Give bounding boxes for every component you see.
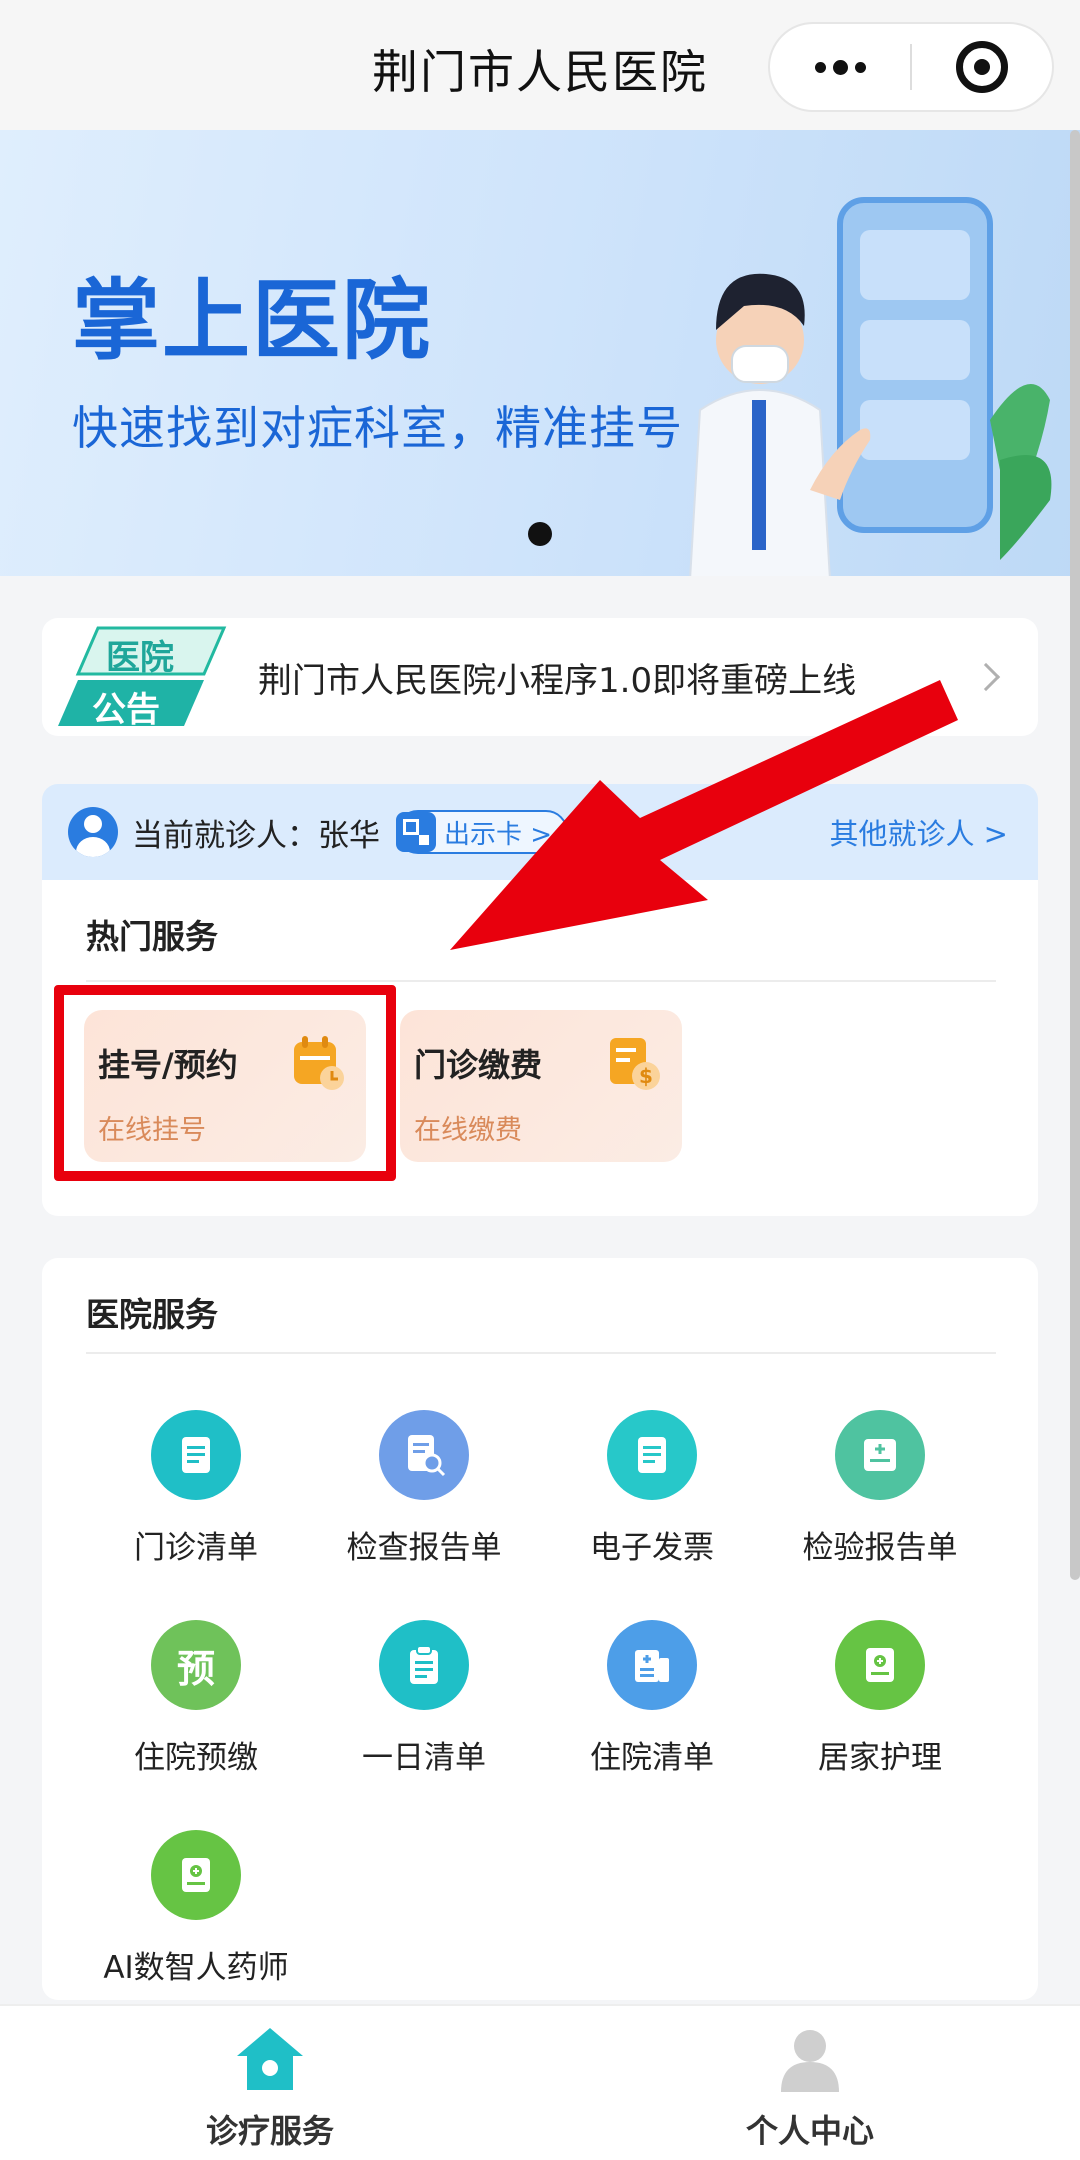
outpatient-payment-subtitle: 在线缴费 [414,1115,522,1146]
service-inpatient-list[interactable]: 住院清单 [538,1620,766,1777]
service-label: 检验报告单 [802,1530,958,1566]
prepay-icon: 预 [151,1620,241,1710]
service-exam-report[interactable]: 检查报告单 [310,1410,538,1567]
hospital-services-title: 医院服务 [86,1295,218,1334]
inpatient-list-icon [607,1620,697,1710]
payment-icon: $ [610,1038,660,1090]
tab-medical-services[interactable]: 诊疗服务 [135,2022,405,2152]
user-icon [781,2030,839,2092]
divider [86,980,996,982]
ai-pharmacist-icon [151,1830,241,1920]
home-icon [237,2028,303,2090]
service-label: 住院清单 [590,1740,714,1776]
divider [86,1352,996,1354]
service-label: AI数智人药师 [103,1950,289,1986]
service-label: 住院预缴 [134,1740,258,1776]
service-lab-report[interactable]: 检验报告单 [766,1410,994,1567]
service-label: 门诊清单 [134,1530,258,1566]
svg-text:$: $ [639,1064,653,1088]
hospital-services-panel: 医院服务 门诊清单 检查报告单 电子发票 检验报告单 预 住院预缴 一日清单 住… [42,1258,1038,2000]
service-outpatient-list[interactable]: 门诊清单 [82,1410,310,1567]
lab-report-icon [835,1410,925,1500]
bottom-tab-bar: 诊疗服务 个人中心 [0,2004,1080,2160]
tab-personal-center[interactable]: 个人中心 [675,2022,945,2152]
service-e-invoice[interactable]: 电子发票 [538,1410,766,1567]
highlight-box [54,985,396,1181]
service-inpatient-prepay[interactable]: 预 住院预缴 [82,1620,310,1777]
report-search-icon [379,1410,469,1500]
prepay-glyph: 预 [176,1646,215,1691]
service-home-care[interactable]: 居家护理 [766,1620,994,1777]
service-daily-list[interactable]: 一日清单 [310,1620,538,1777]
outpatient-payment-title: 门诊缴费 [414,1046,543,1084]
service-label: 一日清单 [362,1740,486,1776]
invoice-icon [607,1410,697,1500]
service-ai-pharmacist[interactable]: AI数智人药师 [82,1830,310,1987]
tab-label: 个人中心 [745,2112,874,2150]
service-label: 检查报告单 [346,1530,502,1566]
outpatient-payment-card[interactable]: 门诊缴费 在线缴费 $ [400,1010,682,1162]
document-icon [151,1410,241,1500]
service-label: 居家护理 [818,1740,942,1776]
home-care-icon [835,1620,925,1710]
service-label: 电子发票 [590,1530,714,1566]
scrollbar[interactable] [1070,130,1080,1580]
tab-label: 诊疗服务 [205,2112,334,2150]
clipboard-icon [379,1620,469,1710]
red-arrow-annotation [450,680,958,950]
